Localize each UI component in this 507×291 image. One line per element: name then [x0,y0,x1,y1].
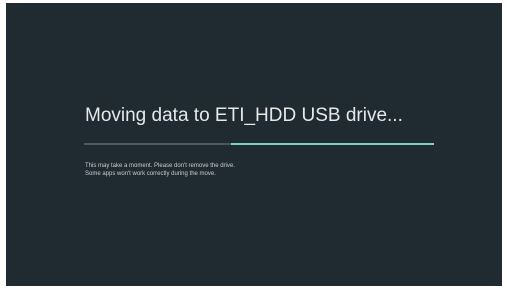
move-data-title: Moving data to ETI_HDD USB drive... [85,105,403,126]
move-progress-bar [84,143,434,145]
move-data-apps-line: Some apps won't work correctly during th… [85,171,216,177]
move-data-warning-line: This may take a moment. Please don't rem… [85,163,235,169]
move-data-screen: Moving data to ETI_HDD USB drive... This… [6,3,502,286]
move-data-message: This may take a moment. Please don't rem… [85,162,235,178]
move-progress-fill [231,143,434,145]
